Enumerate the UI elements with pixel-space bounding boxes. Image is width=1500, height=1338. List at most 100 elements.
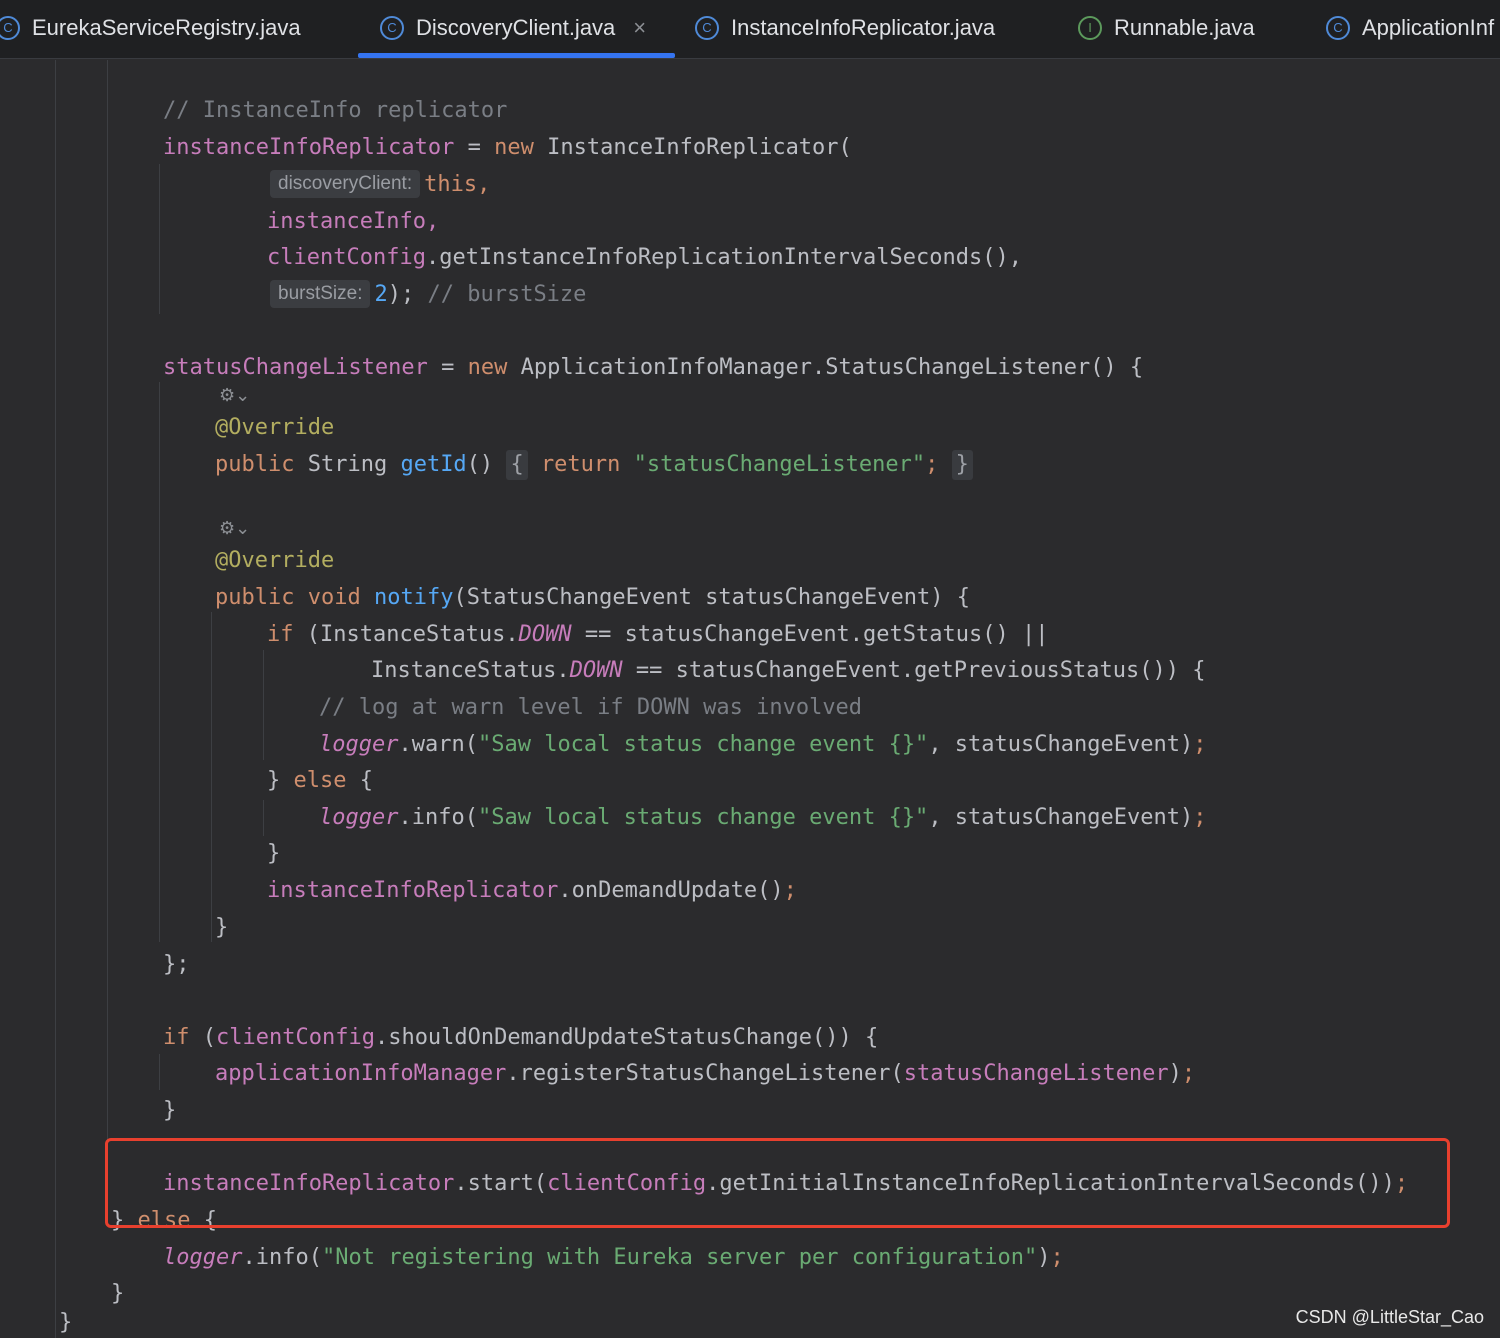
code-line: } (267, 839, 280, 869)
code-line: } (59, 1308, 72, 1338)
indent-guide (55, 60, 56, 1338)
code-field: clientConfig (267, 245, 426, 270)
code-text: String (294, 452, 401, 477)
tab-discovery-client[interactable]: C DiscoveryClient.java × (380, 0, 646, 56)
code-field: clientConfig (216, 1025, 375, 1050)
tab-label: EurekaServiceRegistry.java (32, 15, 301, 40)
folded-region[interactable]: } (951, 450, 973, 480)
code-text: (StatusChangeEvent statusChangeEvent) { (453, 585, 971, 610)
code-field: instanceInfoReplicator (163, 135, 455, 160)
code-keyword: else (293, 768, 347, 793)
code-field: applicationInfoManager (215, 1061, 507, 1086)
code-line: instanceInfo, (267, 207, 439, 237)
code-line: if (clientConfig.shouldOnDemandUpdateSta… (163, 1023, 878, 1053)
code-text: == statusChangeEvent.getStatus() || (571, 622, 1049, 647)
code-keyword: if (163, 1025, 190, 1050)
editor-tab-bar: C EurekaServiceRegistry.java C Discovery… (0, 0, 1500, 59)
code-text: .shouldOnDemandUpdateStatusChange()) { (374, 1025, 879, 1050)
close-icon[interactable]: × (633, 15, 646, 41)
code-text: } (267, 768, 294, 793)
code-line: if (InstanceStatus.DOWN == statusChangeE… (267, 620, 1048, 650)
code-line: InstanceStatus.DOWN == statusChangeEvent… (371, 656, 1205, 686)
code-text: .warn( (398, 732, 478, 757)
code-text: ( (189, 1025, 216, 1050)
code-static-field: logger (319, 732, 399, 757)
code-string: "Saw local status change event {}" (477, 805, 929, 830)
code-line: } (163, 1096, 176, 1126)
code-text: InstanceInfoReplicator( (533, 135, 852, 160)
tab-runnable[interactable]: I Runnable.java (1078, 0, 1255, 56)
code-text: ApplicationInfoManager.StatusChangeListe… (507, 355, 1144, 380)
active-tab-indicator (358, 53, 675, 58)
code-text: , statusChangeEvent) (928, 805, 1194, 830)
interface-icon: I (1078, 16, 1102, 40)
code-keyword: new (467, 355, 508, 380)
code-text: == statusChangeEvent.getPreviousStatus()… (622, 658, 1206, 683)
code-method: getId (400, 452, 467, 477)
code-line: logger.info("Saw local status change eve… (319, 803, 1206, 833)
code-text: }; (163, 952, 190, 977)
code-text: ) (1037, 1245, 1051, 1270)
class-icon: C (0, 16, 20, 40)
indent-guide (263, 650, 264, 760)
indent-guide (107, 60, 108, 1200)
override-gutter-icon[interactable]: ⚙⌄ (219, 518, 250, 539)
code-line: @Override (215, 413, 334, 443)
code-keyword: public (215, 452, 295, 477)
code-text: .getInstanceInfoReplicationIntervalSecon… (425, 245, 1022, 270)
code-line: instanceInfoReplicator = new InstanceInf… (163, 133, 852, 163)
code-number: 2 (374, 282, 388, 307)
code-static-field: logger (319, 805, 399, 830)
code-line: public void notify(StatusChangeEvent sta… (215, 583, 970, 613)
code-text: ) (1168, 1061, 1182, 1086)
code-text: { (346, 768, 373, 793)
code-text: () (466, 452, 494, 477)
code-field: instanceInfo, (267, 209, 440, 234)
code-text: } (111, 1281, 125, 1306)
code-line: } (215, 913, 228, 943)
code-line: burstSize: 2); // burstSize (270, 280, 586, 310)
tab-instance-info-replicator[interactable]: C InstanceInfoReplicator.java (695, 0, 995, 56)
class-icon: C (695, 16, 719, 40)
tab-application-info[interactable]: C ApplicationInf (1326, 0, 1494, 56)
code-text: } (215, 915, 229, 940)
code-line: } (111, 1279, 124, 1309)
code-field: statusChangeListener (163, 355, 428, 380)
code-static-field: logger (163, 1245, 243, 1270)
code-static-field: DOWN (569, 658, 623, 683)
code-field: instanceInfoReplicator (267, 878, 559, 903)
code-field: statusChangeListener (903, 1061, 1169, 1086)
code-comment: // burstSize (414, 282, 587, 307)
code-text: InstanceStatus. (371, 658, 570, 683)
code-operator: = (427, 355, 468, 380)
watermark: CSDN @LittleStar_Cao (1295, 1307, 1484, 1327)
class-icon: C (380, 16, 404, 40)
folded-region[interactable]: { (506, 450, 528, 480)
tab-eureka-service-registry[interactable]: C EurekaServiceRegistry.java (0, 0, 301, 56)
tab-label: InstanceInfoReplicator.java (731, 15, 996, 40)
code-text: ); (387, 282, 415, 307)
code-semicolon: ; (783, 878, 797, 903)
code-line: } else { (267, 766, 373, 796)
code-comment: // InstanceInfo replicator (163, 98, 508, 123)
code-string: "statusChangeListener" (633, 452, 926, 477)
indent-guide (263, 800, 264, 836)
override-gutter-icon[interactable]: ⚙⌄ (219, 385, 250, 406)
parameter-hint: burstSize: (270, 280, 371, 308)
code-string: "Not registering with Eureka server per … (321, 1245, 1038, 1270)
code-semicolon: ; (1181, 1061, 1196, 1086)
parameter-hint: discoveryClient: (270, 170, 421, 198)
code-line: @Override (215, 546, 334, 576)
code-text: } (59, 1310, 73, 1335)
code-semicolon: ; (1050, 1245, 1064, 1270)
code-operator: = (454, 135, 495, 160)
indent-guide (159, 164, 160, 314)
code-text: .registerStatusChangeListener( (506, 1061, 904, 1086)
code-text: .onDemandUpdate() (558, 878, 784, 903)
indent-guide (211, 612, 212, 942)
code-text: } (163, 1098, 177, 1123)
code-line: public String getId() { return "statusCh… (215, 450, 973, 480)
code-line: clientConfig.getInstanceInfoReplicationI… (267, 243, 1022, 273)
indent-guide (159, 382, 160, 942)
code-semicolon: ; (925, 452, 939, 477)
